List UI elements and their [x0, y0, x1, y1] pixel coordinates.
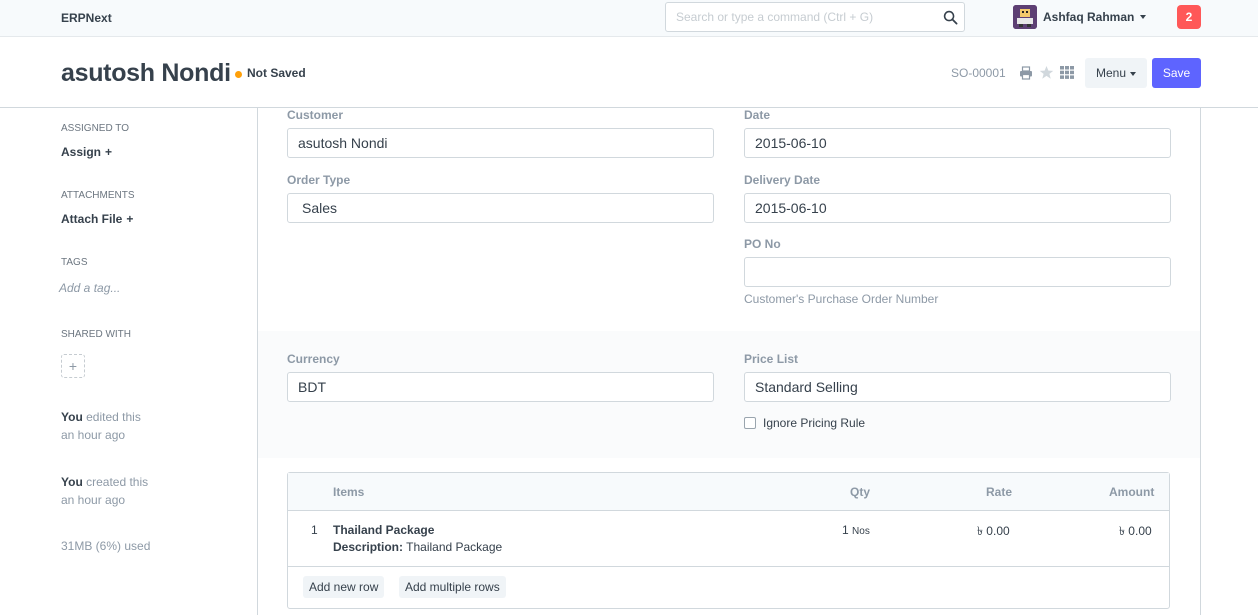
- attach-file-label: Attach File: [61, 212, 123, 226]
- item-qty: 1 Nos: [842, 523, 870, 537]
- status-badge: Not Saved: [247, 66, 306, 80]
- row-index: 1: [311, 523, 318, 537]
- column-header-rate: Rate: [986, 485, 1013, 499]
- avatar-image: [1013, 5, 1037, 29]
- add-new-row-button[interactable]: Add new row: [303, 576, 385, 598]
- save-button[interactable]: Save: [1152, 58, 1201, 88]
- column-header-qty: Qty: [850, 485, 871, 499]
- page-header: asutosh Nondi Not Saved SO-00001 Menu Sa…: [0, 38, 1258, 108]
- ignore-pricing-rule-checkbox[interactable]: [744, 417, 756, 429]
- chevron-down-icon: [1130, 71, 1137, 76]
- plus-icon: +: [126, 212, 134, 226]
- add-share-button[interactable]: +: [61, 354, 85, 378]
- column-header-amount: Amount: [1109, 485, 1155, 499]
- top-navbar: ERPNext Ashfaq Rahman 2: [0, 0, 1258, 37]
- price-list-label: Price List: [744, 352, 799, 366]
- user-menu-name[interactable]: Ashfaq Rahman: [1043, 10, 1134, 24]
- items-table: Items Qty Rate Amount 1 Thailand Package…: [287, 472, 1170, 609]
- print-icon[interactable]: [1019, 66, 1033, 80]
- storage-usage: 31MB (6%) used: [61, 539, 151, 553]
- plus-icon: +: [105, 145, 113, 159]
- items-table-header: Items Qty Rate Amount: [288, 473, 1169, 511]
- attach-file-button[interactable]: Attach File +: [61, 212, 133, 226]
- add-multiple-rows-button[interactable]: Add multiple rows: [399, 576, 506, 598]
- description-label: Description:: [333, 540, 404, 554]
- uom-value: Nos: [852, 526, 870, 537]
- activity-item: You created this an hour ago: [61, 473, 148, 509]
- activity-user: You: [61, 475, 83, 489]
- currency-label: Currency: [287, 352, 340, 366]
- search-box[interactable]: [665, 2, 965, 32]
- add-tag-input[interactable]: Add a tag...: [59, 281, 120, 295]
- menu-button-label: Menu: [1096, 66, 1127, 80]
- order-type-select[interactable]: Sales: [287, 193, 714, 223]
- status-indicator-dot: [235, 71, 242, 78]
- po-no-help-text: Customer's Purchase Order Number: [744, 292, 939, 306]
- delivery-date-label: Delivery Date: [744, 173, 821, 187]
- item-name: Thailand Package: [333, 523, 435, 537]
- description-value: Thailand Package: [406, 540, 503, 554]
- activity-action: created this: [82, 475, 149, 489]
- activity-item: You edited this an hour ago: [61, 408, 141, 444]
- currency-field[interactable]: BDT: [287, 372, 714, 402]
- shared-with-label: SHARED WITH: [61, 329, 131, 340]
- brand-logo[interactable]: ERPNext: [61, 11, 112, 25]
- document-name: SO-00001: [951, 66, 1006, 80]
- po-no-label: PO No: [744, 237, 781, 251]
- chevron-down-icon[interactable]: [1140, 15, 1146, 19]
- page-title: asutosh Nondi: [61, 59, 231, 87]
- price-list-field[interactable]: Standard Selling: [744, 372, 1171, 402]
- activity-time: an hour ago: [61, 493, 126, 507]
- customer-field[interactable]: asutosh Nondi: [287, 128, 714, 158]
- date-label: Date: [744, 108, 771, 122]
- search-icon[interactable]: [943, 10, 958, 25]
- notification-badge[interactable]: 2: [1177, 5, 1201, 29]
- column-header-items: Items: [333, 485, 365, 499]
- delivery-date-field[interactable]: 2015-06-10: [744, 193, 1171, 223]
- assigned-to-label: ASSIGNED TO: [61, 123, 129, 134]
- grid-icon[interactable]: [1060, 66, 1074, 79]
- menu-button[interactable]: Menu: [1085, 58, 1147, 88]
- po-no-field[interactable]: [744, 257, 1171, 287]
- assign-label: Assign: [61, 145, 102, 159]
- qty-value: 1: [842, 523, 849, 537]
- customer-label: Customer: [287, 108, 344, 122]
- star-icon[interactable]: [1039, 65, 1054, 80]
- tags-label: TAGS: [61, 257, 88, 268]
- date-field[interactable]: 2015-06-10: [744, 128, 1171, 158]
- order-type-label: Order Type: [287, 173, 351, 187]
- item-description: Description: Thailand Package: [333, 540, 502, 554]
- item-rate: ৳ 0.00: [977, 524, 1010, 538]
- search-input[interactable]: [666, 3, 926, 31]
- activity-user: You: [61, 410, 83, 424]
- table-row[interactable]: 1 Thailand Package Description: Thailand…: [288, 511, 1169, 567]
- ignore-pricing-rule-label[interactable]: Ignore Pricing Rule: [763, 416, 865, 430]
- item-amount: ৳ 0.00: [1119, 524, 1152, 538]
- assign-button[interactable]: Assign +: [61, 145, 112, 159]
- activity-action: edited this: [82, 410, 141, 424]
- activity-time: an hour ago: [61, 428, 126, 442]
- attachments-label: ATTACHMENTS: [61, 190, 135, 201]
- avatar[interactable]: [1013, 5, 1037, 29]
